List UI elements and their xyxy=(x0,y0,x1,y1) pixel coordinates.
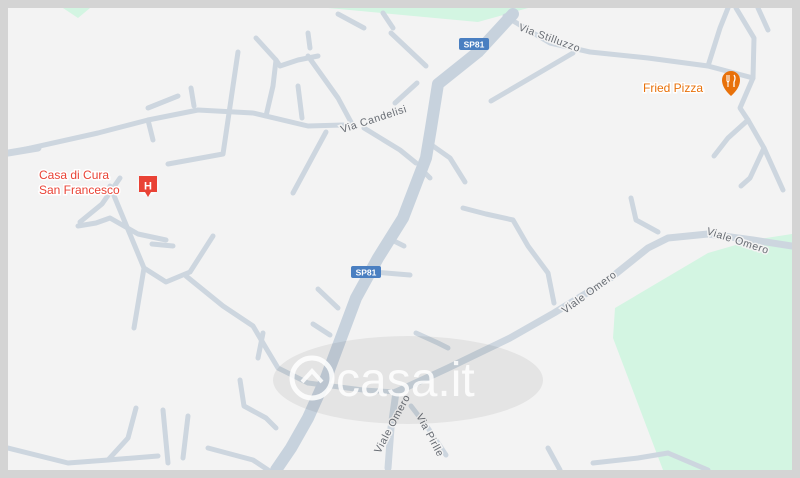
casa-it-watermark: casa.it xyxy=(273,336,543,424)
poi-label-casa-di-cura-line1: Casa di Cura xyxy=(39,168,109,182)
park-area-north xyxy=(68,8,528,22)
restaurant-icon[interactable] xyxy=(722,71,740,96)
park-area-east xyxy=(613,234,792,470)
poi-fried-pizza[interactable]: Fried Pizza xyxy=(642,71,740,97)
svg-text:H: H xyxy=(144,181,152,193)
svg-text:SP81: SP81 xyxy=(464,40,485,50)
svg-text:casa.it: casa.it xyxy=(336,354,475,407)
road-shield-center: SP81 xyxy=(351,266,381,278)
park-area-topleft xyxy=(63,8,90,18)
hospital-icon[interactable]: H xyxy=(137,174,159,197)
poi-casa-di-cura[interactable]: Casa di Cura San Francesco H xyxy=(38,167,159,199)
poi-label-fried-pizza: Fried Pizza xyxy=(643,81,703,95)
map-canvas[interactable]: SP81 SP81 Via Stilluzzo Via Candelisi Vi… xyxy=(8,8,792,470)
map-frame[interactable]: SP81 SP81 Via Stilluzzo Via Candelisi Vi… xyxy=(0,0,800,478)
svg-text:SP81: SP81 xyxy=(356,268,377,278)
road-shield-north: SP81 xyxy=(459,38,489,50)
poi-label-casa-di-cura-line2: San Francesco xyxy=(39,183,120,197)
street-label-via-stilluzzo: Via Stilluzzo xyxy=(517,22,582,55)
street-label-viale-omero-center: Viale Omero xyxy=(560,269,619,317)
